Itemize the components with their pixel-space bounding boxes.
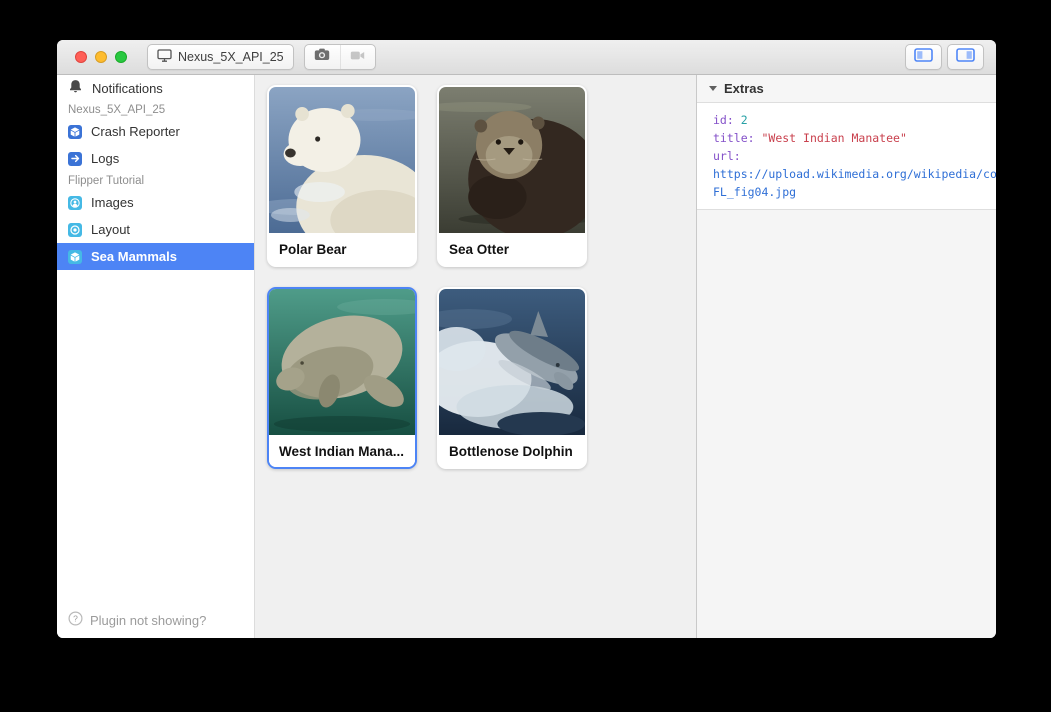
inspector-line: title: "West Indian Manatee" [713, 129, 996, 147]
sidebar-item-notifications[interactable]: Notifications [57, 75, 254, 101]
sidebar-item-layout[interactable]: Layout [57, 216, 254, 243]
card-grid: Polar Bear [255, 75, 696, 638]
monitor-icon [157, 49, 172, 65]
dolphin-image [439, 289, 585, 435]
toggle-left-sidebar-icon [914, 48, 933, 67]
inspector-line: url: [713, 147, 996, 165]
sidebar-item-crash-reporter[interactable]: Crash Reporter [57, 118, 254, 145]
sidebar-item-logs[interactable]: Logs [57, 145, 254, 172]
window-body: Notifications Nexus_5X_API_25 Crash Repo… [57, 75, 996, 638]
close-button[interactable] [75, 51, 87, 63]
json-key: url: [713, 149, 741, 163]
polar-bear-image [269, 87, 415, 233]
device-tab[interactable]: Nexus_5X_API_25 [147, 44, 294, 70]
cube-icon [68, 250, 82, 264]
json-url-value: FL_fig04.jpg [713, 185, 796, 199]
card-title: Bottlenose Dolphin [439, 435, 585, 467]
card-sea-otter[interactable]: Sea Otter [437, 85, 587, 267]
card-west-indian-manatee[interactable]: West Indian Mana... [267, 287, 417, 469]
sidebar-item-label: Notifications [92, 81, 163, 96]
json-string-value: "West Indian Manatee" [761, 131, 906, 145]
extras-panel: Extras id: 2 title: "West Indian Manatee… [696, 75, 996, 638]
video-camera-icon [350, 48, 365, 66]
bell-icon [68, 79, 83, 97]
device-tab-label: Nexus_5X_API_25 [178, 50, 284, 64]
help-circle-icon: ? [68, 611, 83, 629]
extras-header[interactable]: Extras [697, 75, 996, 103]
toggle-left-sidebar-button[interactable] [905, 44, 942, 70]
minimize-button[interactable] [95, 51, 107, 63]
data-inspector: id: 2 title: "West Indian Manatee" url: … [697, 103, 996, 210]
target-icon [68, 223, 82, 237]
sidebar-item-label: Layout [91, 222, 130, 237]
json-number-value: 2 [741, 113, 748, 127]
inspector-line: https://upload.wikimedia.org/wikipedia/c… [713, 165, 996, 183]
chevron-down-icon [709, 86, 717, 91]
svg-text:?: ? [73, 614, 78, 624]
sidebar-item-label: Images [91, 195, 134, 210]
screen-record-button[interactable] [340, 45, 375, 69]
inspector-line: id: 2 [713, 111, 996, 129]
inspector-line: FL_fig04.jpg [713, 183, 996, 201]
card-title: Polar Bear [269, 233, 415, 265]
plugin-help-link[interactable]: ? Plugin not showing? [57, 602, 254, 638]
json-url-value: https://upload.wikimedia.org/wikipedia/c… [713, 167, 996, 181]
card-bottlenose-dolphin[interactable]: Bottlenose Dolphin [437, 287, 587, 469]
screenshot-button[interactable] [305, 45, 340, 69]
sidebar-item-label: Crash Reporter [91, 124, 180, 139]
extras-header-label: Extras [724, 81, 764, 96]
capture-button-group [304, 44, 376, 70]
zoom-button[interactable] [115, 51, 127, 63]
card-title: West Indian Mana... [269, 435, 415, 467]
manatee-image [269, 289, 415, 435]
arrow-right-icon [68, 152, 82, 166]
camera-icon [314, 48, 330, 66]
json-key: id: [713, 113, 734, 127]
user-circle-icon [68, 196, 82, 210]
card-polar-bear[interactable]: Polar Bear [267, 85, 417, 267]
json-key: title: [713, 131, 755, 145]
sidebar-item-label: Sea Mammals [91, 249, 177, 264]
sidebar: Notifications Nexus_5X_API_25 Crash Repo… [57, 75, 255, 638]
plugin-help-label: Plugin not showing? [90, 613, 206, 628]
toggle-right-sidebar-icon [956, 48, 975, 67]
sidebar-section-header-device: Nexus_5X_API_25 [57, 101, 254, 118]
toggle-right-sidebar-button[interactable] [947, 44, 984, 70]
flipper-window: Nexus_5X_API_25 [57, 40, 996, 638]
cube-icon [68, 125, 82, 139]
sidebar-item-images[interactable]: Images [57, 189, 254, 216]
toolbar: Nexus_5X_API_25 [57, 40, 996, 75]
sea-otter-image [439, 87, 585, 233]
traffic-lights [75, 51, 127, 63]
screen: Nexus_5X_API_25 [0, 0, 1051, 712]
card-title: Sea Otter [439, 233, 585, 265]
sidebar-item-sea-mammals[interactable]: Sea Mammals [57, 243, 254, 270]
sidebar-section-header-tutorial: Flipper Tutorial [57, 172, 254, 189]
panel-toggle-buttons [905, 44, 984, 70]
sidebar-item-label: Logs [91, 151, 119, 166]
